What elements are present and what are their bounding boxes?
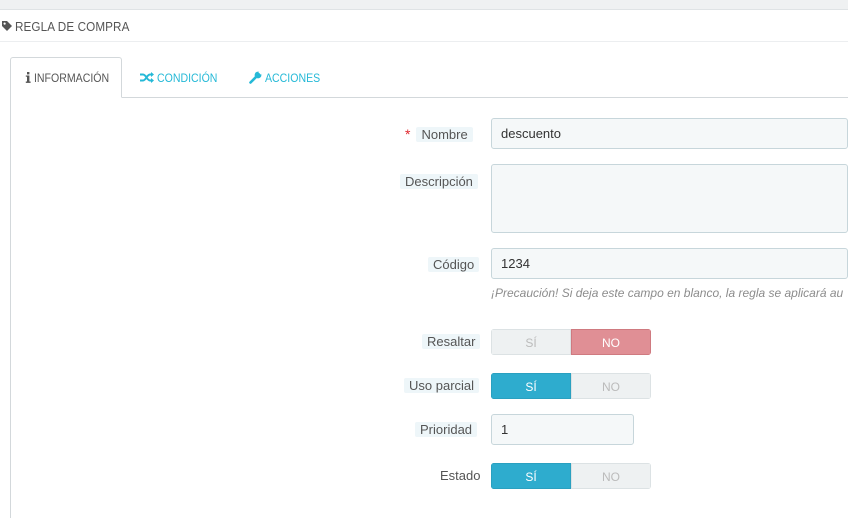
nombre-label: Nombre xyxy=(416,127,473,142)
prioridad-input[interactable]: 1 xyxy=(491,414,634,445)
resaltar-switch: SÍ NO xyxy=(491,329,651,355)
info-icon xyxy=(25,72,31,83)
tab-condicion-label: CONDICIÓN xyxy=(157,70,218,85)
prioridad-label-row: Prioridad xyxy=(415,419,478,441)
uso-parcial-label: Uso parcial xyxy=(404,378,480,393)
estado-switch: SÍ NO xyxy=(491,463,651,489)
resaltar-label: Resaltar xyxy=(422,334,481,349)
resaltar-no-option[interactable]: NO xyxy=(571,329,651,355)
panel-heading: REGLA DE COMPRA xyxy=(0,11,848,42)
codigo-help-text: ¡Precaución! Si deja este campo en blanc… xyxy=(491,286,844,300)
uso-parcial-switch: SÍ NO xyxy=(491,373,651,399)
codigo-input[interactable]: 1234 xyxy=(491,248,848,279)
uso-parcial-yes-option[interactable]: SÍ xyxy=(491,373,571,399)
uso-parcial-no-option[interactable]: NO xyxy=(571,373,651,399)
wrench-icon xyxy=(249,71,262,84)
codigo-label-row: Código xyxy=(428,254,480,276)
top-strip xyxy=(0,0,848,10)
estado-label: Estado xyxy=(440,468,481,483)
descripcion-label: Descripción xyxy=(400,174,478,189)
uso-parcial-label-row: Uso parcial xyxy=(404,375,480,397)
resaltar-yes-option[interactable]: SÍ xyxy=(491,329,571,355)
tab-acciones-label: ACCIONES xyxy=(265,70,321,85)
tab-informacion-label: INFORMACIÓN xyxy=(34,70,110,85)
descripcion-textarea[interactable] xyxy=(491,164,848,233)
form-panel xyxy=(10,97,848,518)
nombre-label-row: * Nombre xyxy=(405,123,473,145)
estado-yes-option[interactable]: SÍ xyxy=(491,463,571,489)
tab-bar: INFORMACIÓN CONDICIÓN ACCIONES xyxy=(10,57,848,98)
resaltar-label-row: Resaltar xyxy=(422,331,481,353)
tab-condicion[interactable]: CONDICIÓN xyxy=(140,57,226,98)
descripcion-label-row: Descripción xyxy=(400,171,478,193)
codigo-label: Código xyxy=(428,257,480,272)
prioridad-label: Prioridad xyxy=(415,422,478,437)
tag-icon xyxy=(2,21,12,31)
estado-no-option[interactable]: NO xyxy=(571,463,651,489)
required-asterisk: * xyxy=(405,126,411,142)
tab-informacion[interactable]: INFORMACIÓN xyxy=(10,57,122,98)
shuffle-icon xyxy=(140,72,154,83)
nombre-input[interactable]: descuento xyxy=(491,118,848,149)
tab-acciones[interactable]: ACCIONES xyxy=(249,57,328,98)
panel-title: REGLA DE COMPRA xyxy=(15,18,130,34)
